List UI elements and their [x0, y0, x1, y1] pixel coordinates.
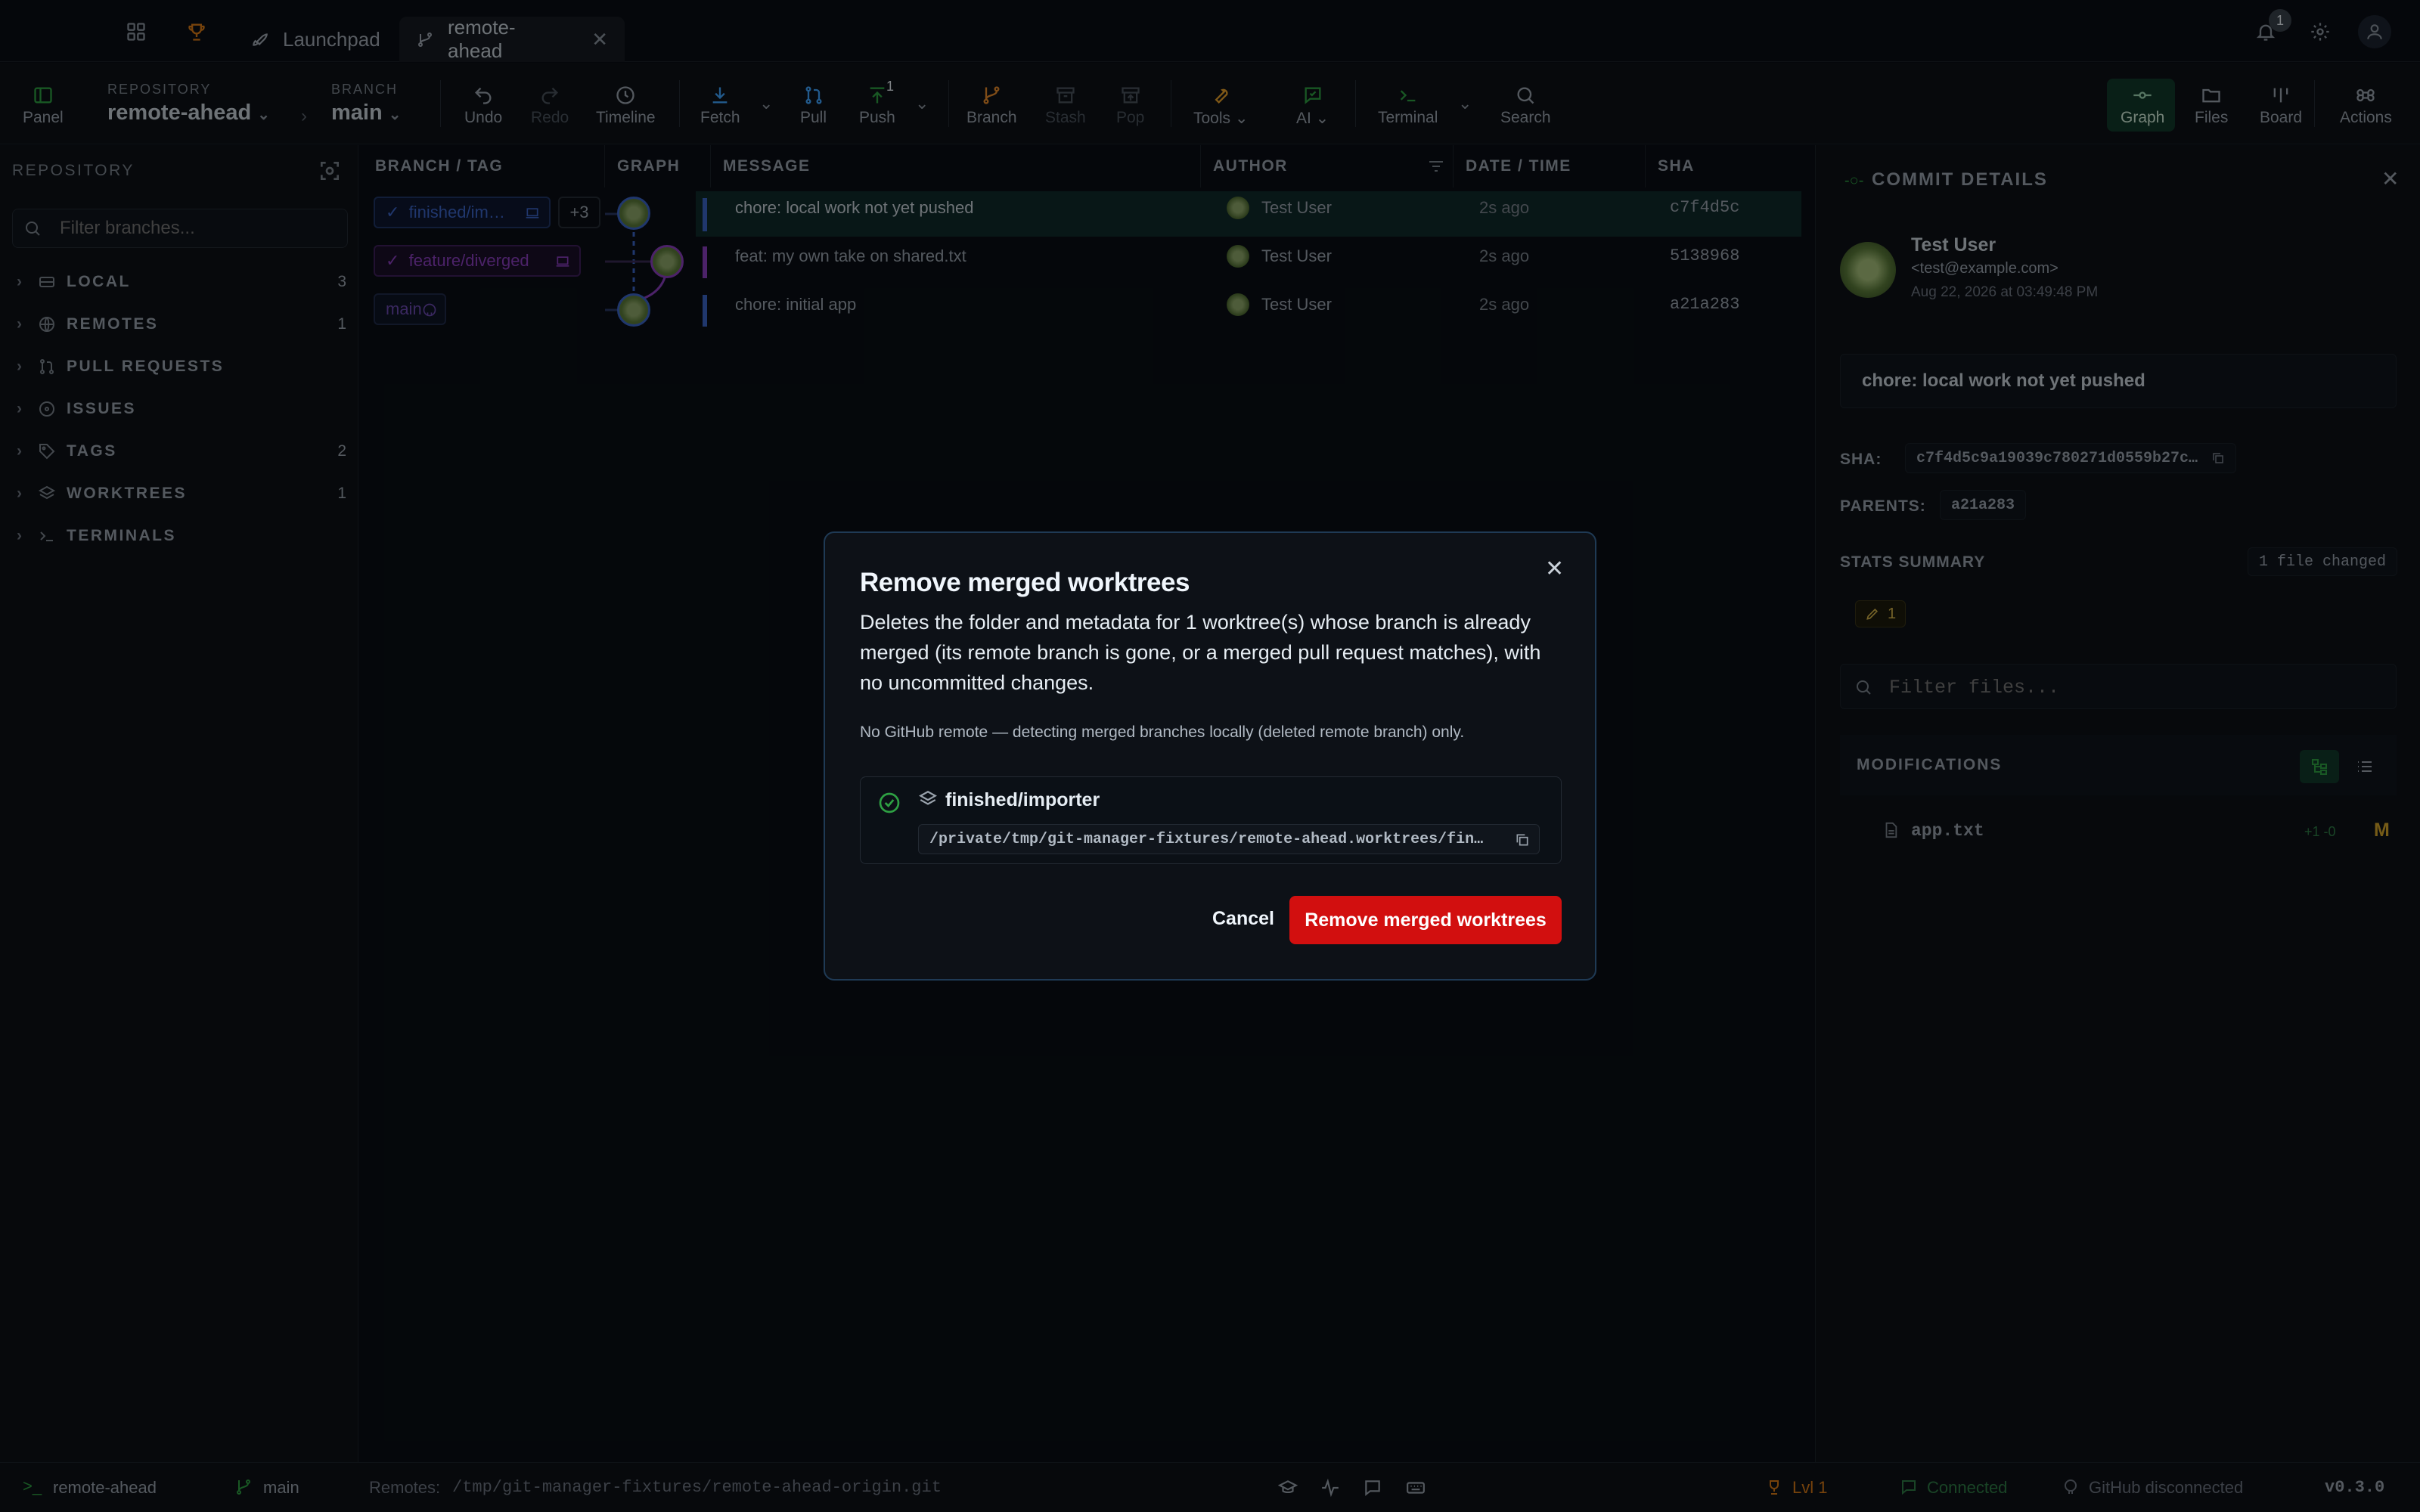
- remove-merged-worktrees-button[interactable]: Remove merged worktrees: [1289, 896, 1562, 944]
- worktree-item[interactable]: finished/importer /private/tmp/git-manag…: [860, 776, 1562, 864]
- dialog-title: Remove merged worktrees: [860, 568, 1190, 597]
- worktree-path: /private/tmp/git-manager-fixtures/remote…: [918, 824, 1540, 854]
- close-icon[interactable]: ✕: [1545, 556, 1564, 582]
- dialog-note: No GitHub remote — detecting merged bran…: [860, 723, 1465, 741]
- cancel-button[interactable]: Cancel: [1188, 896, 1298, 941]
- copy-icon[interactable]: [1515, 832, 1530, 847]
- remove-worktrees-dialog: Remove merged worktrees ✕ Deletes the fo…: [824, 531, 1596, 981]
- check-circle-icon[interactable]: [877, 791, 901, 815]
- app-window: Launchpad remote-ahead ✕ 1 Panel REPOSIT…: [0, 0, 2420, 1512]
- worktree-name: finished/importer: [945, 789, 1100, 810]
- dialog-description: Deletes the folder and metadata for 1 wo…: [860, 611, 1541, 694]
- layers-icon: [918, 789, 938, 809]
